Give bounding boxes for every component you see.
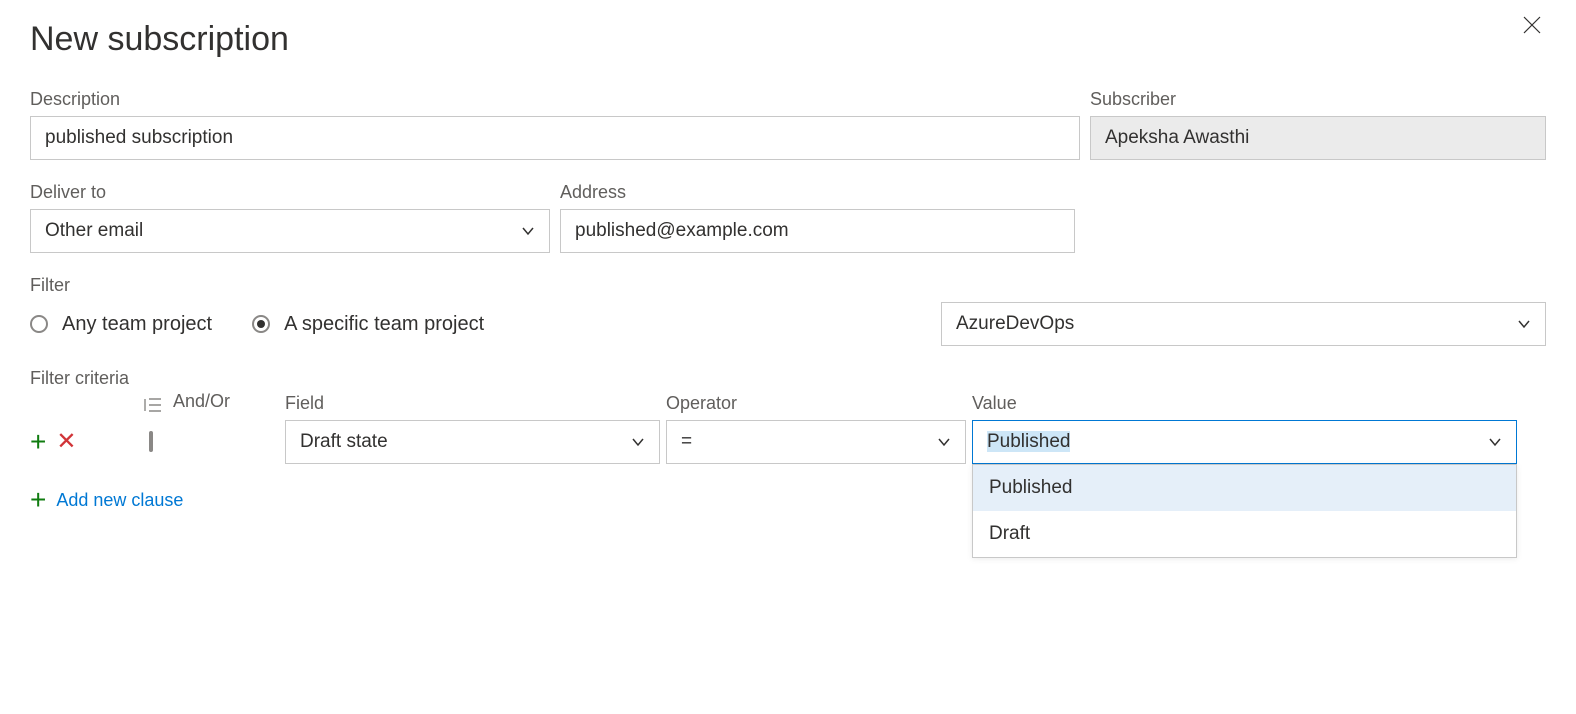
operator-header: Operator [666,393,737,413]
description-label: Description [30,89,1080,110]
field-header: Field [285,393,324,413]
deliver-to-select[interactable]: Other email [30,209,550,253]
field-value: Draft state [300,431,388,453]
dropdown-option-published[interactable]: Published [973,465,1516,511]
project-select[interactable]: AzureDevOps [941,302,1546,346]
operator-value: = [681,431,692,453]
address-label: Address [560,182,1075,203]
deliver-to-label: Deliver to [30,182,550,203]
chevron-down-icon [1517,317,1531,331]
chevron-down-icon [937,435,951,449]
add-clause-text: Add new clause [56,490,183,511]
operator-select[interactable]: = [666,420,966,464]
deliver-to-value: Other email [45,220,143,242]
chevron-down-icon [631,435,645,449]
radio-specific-project[interactable] [252,315,270,333]
address-input[interactable] [560,209,1075,253]
value-dropdown: Published Draft [972,464,1517,558]
subscriber-label: Subscriber [1090,89,1546,110]
radio-specific-label: A specific team project [284,313,484,336]
radio-any-project[interactable] [30,315,48,333]
value-value: Published [987,431,1070,453]
remove-clause-icon[interactable]: ✕ [56,430,76,454]
plus-icon: + [30,486,46,514]
chevron-down-icon [1488,435,1502,449]
page-title: New subscription [30,20,289,59]
subscriber-field: Apeksha Awasthi [1090,116,1546,160]
description-input[interactable] [30,116,1080,160]
andor-checkbox[interactable] [149,431,153,452]
add-clause-icon[interactable]: + [30,428,46,456]
dropdown-option-draft[interactable]: Draft [973,511,1516,557]
project-value: AzureDevOps [956,313,1074,335]
value-select[interactable]: Published [972,420,1517,464]
group-clause-icon [143,397,163,413]
andor-header: And/Or [173,391,230,412]
filter-criteria-label: Filter criteria [30,368,129,388]
close-icon[interactable] [1518,10,1546,46]
value-header: Value [972,393,1017,413]
radio-any-label: Any team project [62,313,212,336]
chevron-down-icon [521,224,535,238]
filter-label: Filter [30,275,70,295]
field-select[interactable]: Draft state [285,420,660,464]
